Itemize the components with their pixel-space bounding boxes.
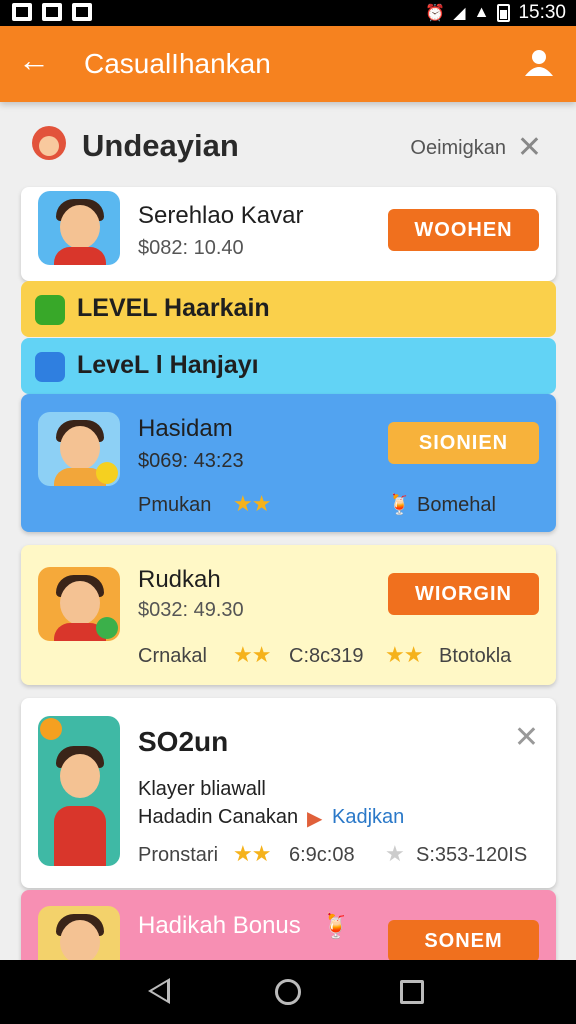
star-rating-icon: ★★ [233, 491, 271, 516]
clock: 15:30 [518, 2, 566, 23]
card-title: Rudkah [138, 566, 221, 593]
person-icon[interactable] [522, 46, 556, 80]
app-title: CasualIhankan [84, 48, 271, 79]
list-item[interactable]: Hasidam $069: 43:23 SIONIEN Pmukan ★★ 🍹 … [21, 394, 556, 532]
game-thumbnail [38, 716, 120, 866]
card-link[interactable]: Kadjkan [332, 806, 404, 829]
status-bar: ⏰ ◢ ▲ 15:30 [0, 0, 576, 26]
star-rating-icon: ★★ [233, 642, 271, 667]
gallery-icon [12, 3, 32, 21]
game-thumbnail [38, 191, 120, 265]
list-item[interactable]: SO2un ✕ Klayer bliawall Hadadin Canakan … [21, 698, 556, 888]
alarm-icon: ⏰ [425, 5, 446, 22]
game-thumbnail [38, 412, 120, 486]
card-action-button[interactable]: SIONIEN [388, 422, 539, 464]
level-banner[interactable]: LEVEL Haarkain [21, 281, 556, 337]
card-action-button[interactable]: SONEM [388, 920, 539, 962]
card-meta-mid: 6:9c:08 [289, 844, 355, 866]
card-title: SO2un [138, 726, 229, 757]
card-subtitle: Klayer bliawall [138, 778, 266, 800]
card-meta-right: Bomehal [417, 494, 496, 516]
battery-icon [497, 4, 511, 22]
play-icon: ▶ [307, 808, 323, 830]
avatar [32, 126, 66, 160]
game-thumbnail [38, 567, 120, 641]
card-meta-right: S:353-120IS [416, 844, 528, 866]
card-title: Hasidam [138, 415, 233, 442]
star-rating-icon: ★★ [233, 841, 271, 866]
close-icon[interactable]: ✕ [517, 130, 542, 165]
close-icon[interactable]: ✕ [514, 720, 539, 755]
card-meta-label: Crnakal [138, 645, 207, 667]
level-icon [35, 352, 65, 382]
card-price: $082: 10.40 [138, 237, 244, 259]
level-banner[interactable]: LeveL l Hanjayı [21, 338, 556, 394]
app-bar: ← CasualIhankan [0, 26, 576, 102]
bonus-icon: 🍹 [321, 913, 351, 940]
card-action-button[interactable]: WIORGIN [388, 573, 539, 615]
list-item[interactable]: Rudkah $032: 49.30 WIORGIN Crnakal ★★ C:… [21, 545, 556, 685]
nav-back-icon[interactable] [148, 978, 170, 1004]
card-price: $032: 49.30 [138, 599, 244, 621]
card-meta-mid: C:8c319 [289, 645, 364, 667]
section-title: Undeayian [82, 128, 239, 163]
section-header: Undeayian Oeimigkan ✕ [0, 118, 576, 176]
signal-icon: ▲ [473, 4, 490, 21]
card-meta-right: Btotokla [439, 645, 512, 667]
level-label: LEVEL Haarkain [77, 294, 270, 322]
bonus-icon: 🍹 [387, 494, 412, 516]
card-action-button[interactable]: WOOHEN [388, 209, 539, 251]
card-title: Hadikah Bonus [138, 912, 301, 939]
nav-home-icon[interactable] [275, 979, 301, 1005]
card-title: Serehlao Kavar [138, 202, 304, 229]
star-rating-icon: ★ [385, 841, 405, 866]
wifi-icon: ◢ [453, 5, 466, 22]
arrow-left-icon[interactable]: ← [18, 42, 50, 79]
level-icon [35, 295, 65, 325]
notification-icon [42, 3, 62, 21]
card-meta-label: Pmukan [138, 494, 212, 516]
card-price: $069: 43:23 [138, 450, 244, 472]
mail-icon [72, 3, 92, 21]
nav-recents-icon[interactable] [400, 980, 424, 1004]
header-link[interactable]: Oeimigkan [410, 137, 506, 160]
level-label: LeveL l Hanjayı [77, 351, 259, 379]
star-rating-icon: ★★ [385, 642, 423, 667]
system-nav-bar [0, 960, 576, 1024]
list-item[interactable]: Serehlao Kavar $082: 10.40 WOOHEN [21, 187, 556, 281]
card-meta-label: Pronstari [138, 844, 219, 866]
card-subtitle: Hadadin Canakan [138, 806, 299, 828]
